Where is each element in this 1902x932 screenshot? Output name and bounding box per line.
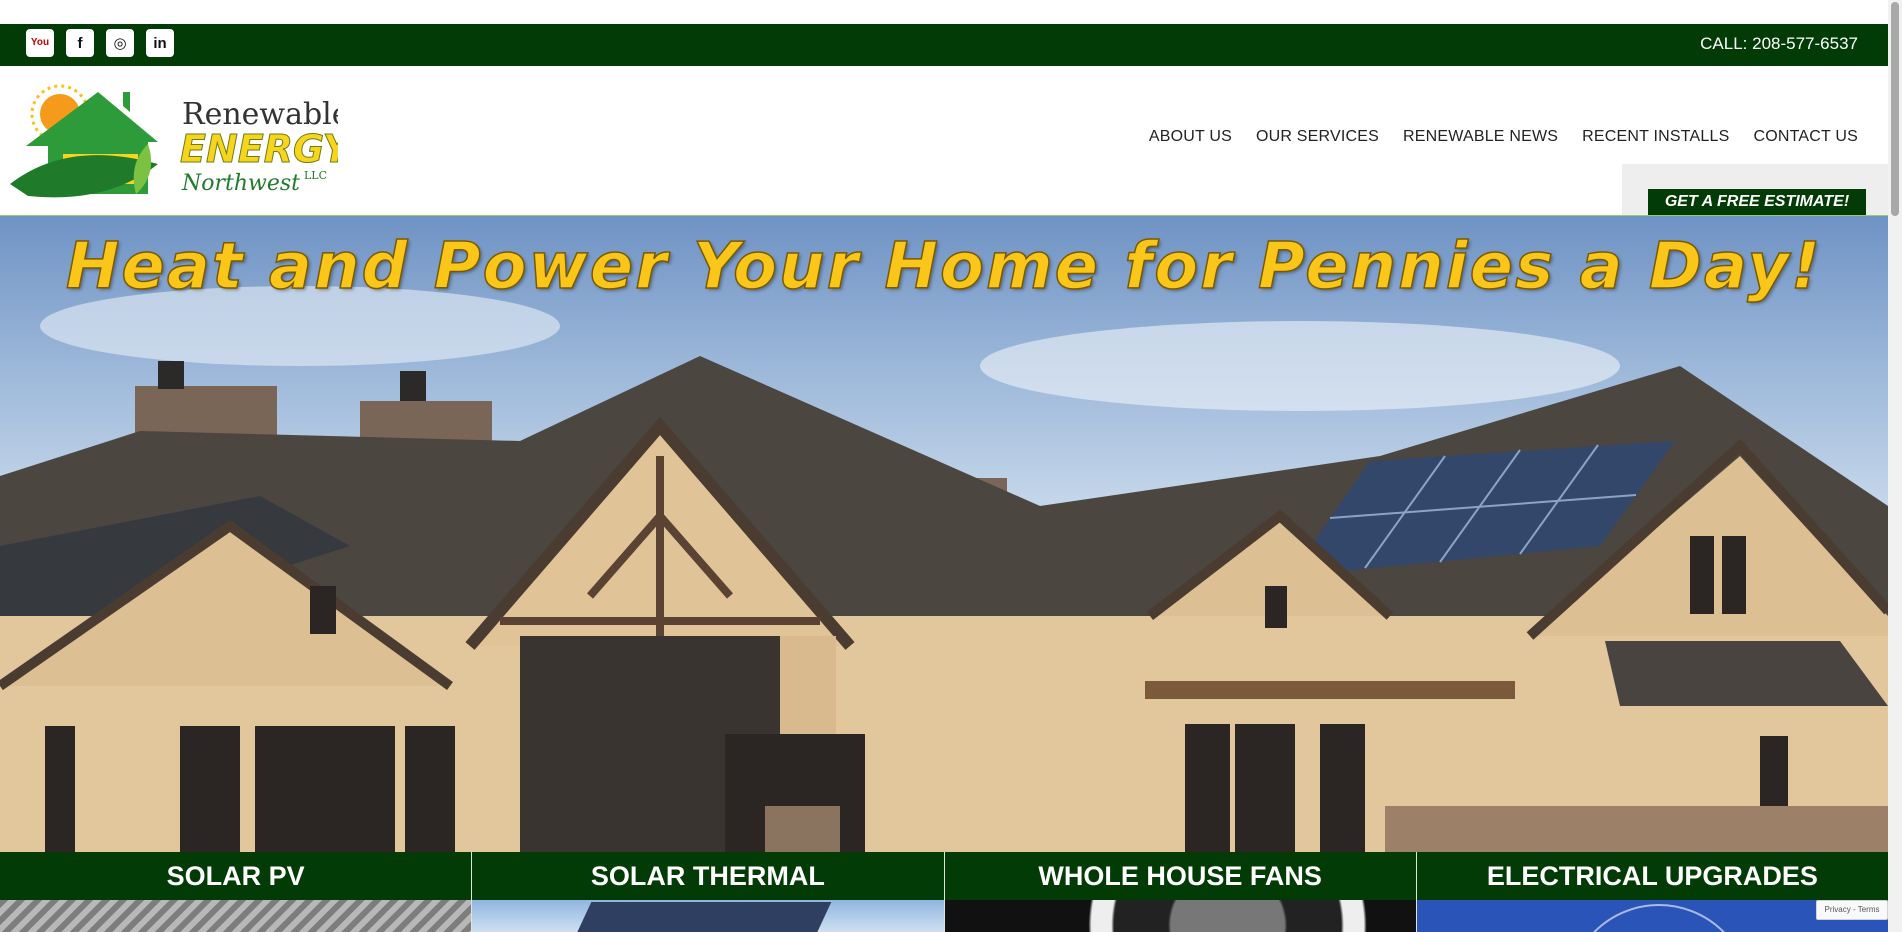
service-tile-electrical-upgrades[interactable]: ELECTRICAL UPGRADES — [1415, 852, 1888, 932]
free-estimate-button[interactable]: GET A FREE ESTIMATE! — [1648, 189, 1866, 215]
instagram-icon[interactable]: ◎ — [106, 29, 134, 57]
recaptcha-badge[interactable]: Privacy - Terms — [1816, 900, 1888, 920]
hero-house-image — [0, 286, 1888, 852]
logo-suffix: LLC — [304, 169, 327, 182]
nav-about-us[interactable]: ABOUT US — [1149, 128, 1232, 146]
logo-line2: ENERGY — [180, 127, 338, 171]
scrollbar-thumb[interactable] — [1891, 2, 1899, 216]
service-title: SOLAR THERMAL — [472, 852, 944, 900]
linkedin-icon[interactable]: in — [146, 29, 174, 57]
service-tile-whole-house-fans[interactable]: WHOLE HOUSE FANS — [943, 852, 1416, 932]
site-header: Renewable ENERGY Northwest LLC ABOUT US … — [0, 66, 1888, 216]
service-tile-solar-thermal[interactable]: SOLAR THERMAL — [471, 852, 944, 932]
service-tiles: SOLAR PV SOLAR THERMAL WHOLE HOUSE FANS … — [0, 852, 1888, 932]
nav-renewable-news[interactable]: RENEWABLE NEWS — [1403, 128, 1558, 146]
company-logo[interactable]: Renewable ENERGY Northwest LLC — [8, 84, 338, 204]
service-title: SOLAR PV — [0, 852, 472, 900]
hero-banner: Heat and Power Your Home for Pennies a D… — [0, 216, 1888, 852]
nav-recent-installs[interactable]: RECENT INSTALLS — [1582, 128, 1729, 146]
youtube-icon[interactable]: You — [26, 29, 54, 57]
nav-our-services[interactable]: OUR SERVICES — [1256, 128, 1379, 146]
nav-contact-us[interactable]: CONTACT US — [1753, 128, 1858, 146]
main-nav: ABOUT US OUR SERVICES RENEWABLE NEWS REC… — [1149, 128, 1858, 146]
facebook-icon[interactable]: f — [66, 29, 94, 57]
hero-headline: Heat and Power Your Home for Pennies a D… — [65, 229, 1823, 305]
page-scrollbar[interactable] — [1888, 0, 1902, 932]
logo-line3: Northwest — [181, 171, 300, 196]
social-links: You f ◎ in — [26, 29, 174, 57]
service-image — [0, 900, 472, 932]
service-title: ELECTRICAL UPGRADES — [1416, 852, 1888, 900]
service-image — [944, 900, 1416, 932]
service-tile-solar-pv[interactable]: SOLAR PV — [0, 852, 472, 932]
service-title: WHOLE HOUSE FANS — [944, 852, 1416, 900]
phone-number[interactable]: CALL: 208-577-6537 — [1700, 34, 1858, 54]
service-image — [472, 900, 944, 932]
top-bar: You f ◎ in CALL: 208-577-6537 — [0, 24, 1888, 66]
